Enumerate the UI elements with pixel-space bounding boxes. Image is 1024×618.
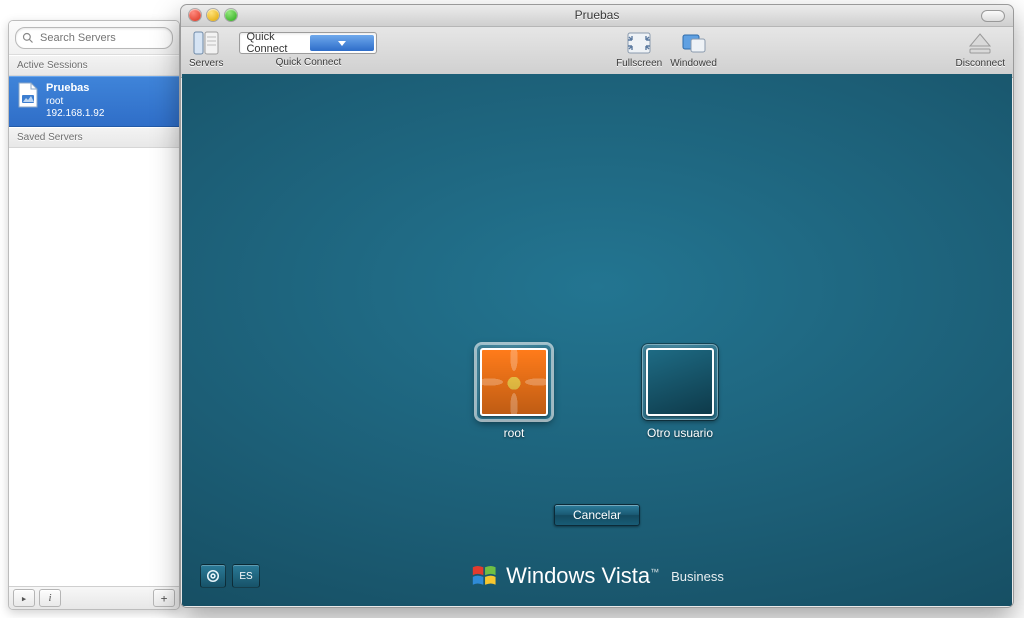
toolbar-servers-label: Servers: [189, 58, 223, 69]
avatar-frame: [476, 344, 552, 420]
toolbar-fullscreen[interactable]: Fullscreen: [616, 30, 662, 69]
toolbar-disconnect[interactable]: Disconnect: [956, 30, 1005, 69]
toolbar-windowed[interactable]: Windowed: [670, 30, 717, 69]
fullscreen-label: Fullscreen: [616, 58, 662, 69]
brand-text: Windows Vista™: [506, 563, 659, 589]
quick-connect-value: Quick Connect: [246, 31, 310, 55]
titlebar[interactable]: Pruebas: [181, 5, 1013, 27]
session-user: root: [46, 96, 104, 109]
search-bar: [9, 21, 179, 55]
ease-of-access-button[interactable]: [200, 564, 226, 588]
section-saved-servers: Saved Servers: [9, 127, 179, 148]
user-tile-root[interactable]: root: [476, 344, 552, 440]
avatar-frame: [642, 344, 718, 420]
minimize-icon[interactable]: [207, 9, 219, 21]
language-badge[interactable]: ES: [232, 564, 260, 588]
search-input[interactable]: [38, 31, 180, 45]
toolbar: Servers Quick Connect Quick Connect F: [181, 27, 1013, 78]
servers-icon: [192, 30, 220, 56]
traffic-lights: [189, 9, 237, 21]
cancel-button[interactable]: Cancelar: [554, 504, 640, 526]
windowed-icon: [680, 30, 708, 56]
close-icon[interactable]: [189, 9, 201, 21]
section-active-sessions: Active Sessions: [9, 55, 179, 76]
play-button[interactable]: ▸: [13, 589, 35, 607]
windows-brand: Windows Vista™ Business: [470, 562, 724, 590]
toolbar-quick-connect[interactable]: Quick Connect Quick Connect: [239, 30, 377, 68]
window-title: Pruebas: [575, 8, 620, 22]
user-tile-other[interactable]: Otro usuario: [642, 344, 718, 440]
add-button[interactable]: +: [153, 589, 175, 607]
session-icon: [17, 82, 39, 108]
session-name: Pruebas: [46, 82, 104, 96]
dropdown-arrow-icon[interactable]: [310, 35, 374, 51]
brand-edition: Business: [671, 569, 724, 584]
user-name: root: [504, 426, 525, 440]
fullscreen-icon: [625, 30, 653, 56]
user-name: Otro usuario: [647, 426, 713, 440]
toolbar-toggle-icon[interactable]: [981, 10, 1005, 22]
quick-connect-label: Quick Connect: [276, 57, 342, 68]
avatar-flower-icon: [480, 348, 548, 416]
remote-screen[interactable]: root Otro usuario Cancelar ES: [182, 74, 1012, 606]
sidebar-footer: ▸ i +: [9, 586, 179, 609]
session-host: 192.168.1.92: [46, 108, 104, 121]
session-item[interactable]: Pruebas root 192.168.1.92: [9, 76, 179, 127]
disconnect-label: Disconnect: [956, 58, 1005, 69]
info-button[interactable]: i: [39, 589, 61, 607]
servers-sidebar-window: Active Sessions Pruebas root 192.168.1.9…: [8, 20, 180, 610]
login-utility-strip: ES: [200, 564, 260, 588]
windowed-label: Windowed: [670, 58, 717, 69]
zoom-icon[interactable]: [225, 9, 237, 21]
toolbar-servers[interactable]: Servers: [189, 30, 223, 69]
search-input-wrap[interactable]: [15, 27, 173, 49]
avatar-blank-icon: [646, 348, 714, 416]
eject-icon: [966, 30, 994, 56]
search-icon: [22, 32, 34, 44]
windows-logo-icon: [470, 562, 498, 590]
remote-window: Pruebas Servers Quick Connect Quick Conn…: [180, 4, 1014, 608]
